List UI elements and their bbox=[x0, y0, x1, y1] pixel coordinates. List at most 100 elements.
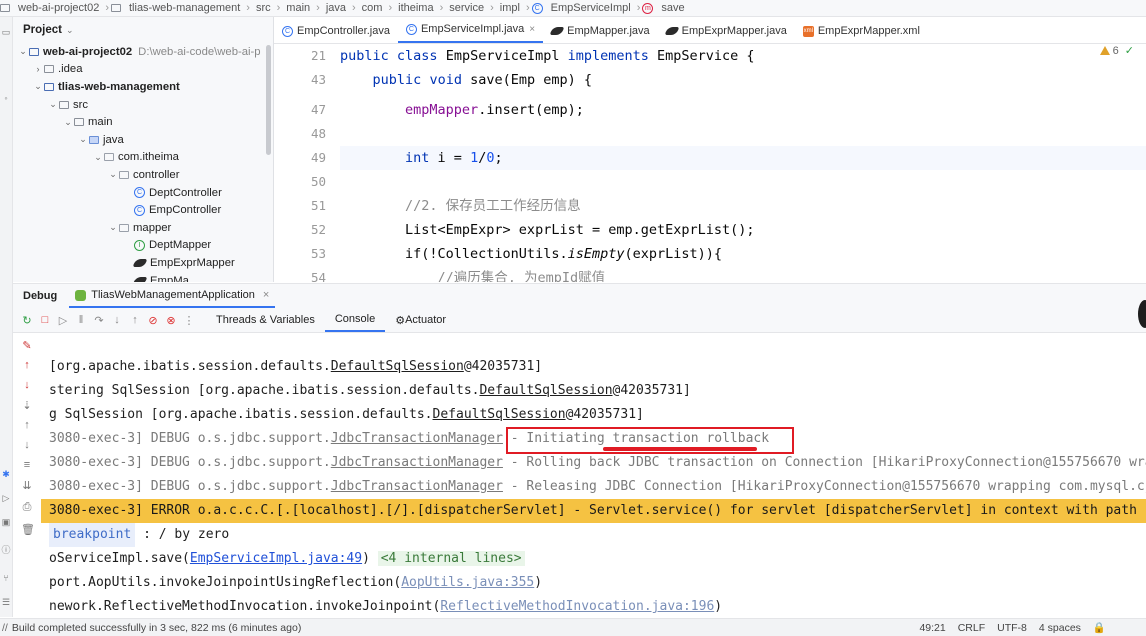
breadcrumb-item[interactable]: save bbox=[657, 2, 688, 14]
console-line[interactable]: 3080-exec-3] DEBUG o.s.jdbc.support.Jdbc… bbox=[41, 451, 1146, 475]
step-over-icon[interactable]: ↷ bbox=[91, 314, 107, 327]
debug-tool-icon[interactable]: ✱ bbox=[1, 469, 11, 479]
tree-node[interactable]: ⌄ com.itheima bbox=[13, 149, 273, 167]
tree-node[interactable]: › .idea bbox=[13, 61, 273, 79]
code-line[interactable]: public void save(Emp emp) { bbox=[340, 68, 1146, 92]
chevron-down-icon[interactable]: ⌄ bbox=[66, 25, 74, 36]
arrow-up-icon[interactable]: ↑ bbox=[21, 359, 33, 371]
arrow-down-icon[interactable]: ↓ bbox=[21, 379, 33, 391]
chevron-down-icon[interactable]: ⌄ bbox=[77, 134, 89, 145]
commit-tool-icon[interactable]: ◦ bbox=[1, 93, 11, 103]
debug-tab[interactable]: Console bbox=[324, 308, 386, 332]
tree-node[interactable]: ⌄ mapper bbox=[13, 219, 273, 237]
scroll-down-icon[interactable]: ↓ bbox=[21, 439, 33, 451]
console-line[interactable]: oServiceImpl.save(EmpServiceImpl.java:49… bbox=[41, 547, 1146, 571]
debug-tab[interactable]: ⚙ Actuator bbox=[385, 308, 456, 332]
tree-node[interactable]: C EmpController bbox=[13, 201, 273, 219]
tree-node[interactable]: EmpExprMapper bbox=[13, 254, 273, 272]
code-line[interactable]: int i = 1/0; bbox=[340, 146, 1146, 170]
editor-tab[interactable]: EmpExprMapper.java bbox=[658, 19, 795, 43]
scroll-up-icon[interactable]: ↑ bbox=[21, 419, 33, 431]
stop-icon[interactable]: □ bbox=[37, 314, 53, 326]
terminal-tool-icon[interactable]: ▣ bbox=[1, 517, 11, 527]
todo-tool-icon[interactable]: ☰ bbox=[1, 597, 11, 607]
soft-wrap-icon[interactable]: ⇣ bbox=[21, 399, 33, 412]
filter-icon[interactable]: ≡ bbox=[21, 459, 33, 471]
chevron-down-icon[interactable]: ⌄ bbox=[62, 117, 74, 128]
breadcrumb-item[interactable]: tlias-web-management bbox=[125, 2, 244, 14]
tree-node[interactable]: ⌄ src bbox=[13, 96, 273, 114]
inspection-widget[interactable]: 6 ✓ bbox=[1099, 44, 1134, 57]
close-icon[interactable]: × bbox=[529, 24, 535, 35]
mute-breakpoints-icon[interactable]: ⊗ bbox=[163, 314, 179, 327]
console-output[interactable]: [org.apache.ibatis.session.defaults.Defa… bbox=[41, 333, 1146, 618]
tree-node[interactable]: ⌄ main bbox=[13, 113, 273, 131]
tree-node[interactable]: EmpMa... bbox=[13, 272, 273, 282]
project-panel-header[interactable]: Project ⌄ bbox=[13, 17, 273, 43]
tree-node[interactable]: I DeptMapper bbox=[13, 237, 273, 255]
chevron-down-icon[interactable]: ⌄ bbox=[107, 222, 119, 233]
tree-node[interactable]: C DeptController bbox=[13, 184, 273, 202]
chevron-down-icon[interactable]: ⌄ bbox=[32, 81, 44, 92]
code-line[interactable]: empMapper.insert(emp); bbox=[340, 98, 1146, 122]
code-line[interactable]: //2. 保存员工工作经历信息 bbox=[340, 194, 1146, 218]
scroll-knob[interactable] bbox=[1138, 300, 1146, 328]
editor-tab[interactable]: C EmpServiceImpl.java × bbox=[397, 17, 544, 43]
code-area[interactable]: public class EmpServiceImpl implements E… bbox=[340, 44, 1146, 282]
console-line[interactable]: stering SqlSession [org.apache.ibatis.se… bbox=[41, 379, 1146, 403]
scroll-end-icon[interactable]: ⇊ bbox=[21, 479, 33, 492]
console-line[interactable]: g SqlSession [org.apache.ibatis.session.… bbox=[41, 403, 1146, 427]
breadcrumb-item[interactable]: src bbox=[252, 2, 275, 14]
print-icon[interactable]: ⎙ bbox=[21, 501, 33, 514]
view-breakpoints-icon[interactable]: ⊘ bbox=[145, 314, 161, 327]
step-out-icon[interactable]: ↑ bbox=[127, 314, 143, 326]
console-line[interactable]: breakpoint : / by zero bbox=[41, 523, 1146, 547]
tree-node[interactable]: ⌄ web-ai-project02 D:\web-ai-code\web-ai-p bbox=[13, 43, 273, 61]
breadcrumb-item[interactable]: main bbox=[282, 2, 314, 14]
debug-tab[interactable]: Threads & Variables bbox=[206, 308, 325, 332]
clear-icon[interactable]: ✎ bbox=[21, 339, 33, 352]
step-into-icon[interactable]: ↓ bbox=[109, 314, 125, 326]
lock-icon[interactable]: 🔒 bbox=[1087, 621, 1146, 634]
breadcrumb-item[interactable]: service bbox=[445, 2, 488, 14]
file-encoding[interactable]: UTF-8 bbox=[991, 622, 1033, 634]
console-line[interactable]: port.AopUtils.invokeJoinpointUsingReflec… bbox=[41, 571, 1146, 595]
project-scrollbar[interactable] bbox=[266, 45, 271, 155]
console-line[interactable]: 3080-exec-3] DEBUG o.s.jdbc.support.Jdbc… bbox=[41, 475, 1146, 499]
breadcrumb-item[interactable]: java bbox=[322, 2, 350, 14]
resume-icon[interactable]: ▷ bbox=[55, 314, 71, 327]
editor-tab[interactable]: C EmpController.java bbox=[274, 19, 398, 43]
editor-tab[interactable]: EmpMapper.java bbox=[543, 19, 658, 43]
problems-tool-icon[interactable]: ⓘ bbox=[1, 545, 11, 555]
code-line[interactable] bbox=[340, 170, 1146, 194]
cursor-position[interactable]: 49:21 bbox=[913, 622, 951, 634]
editor-gutter[interactable]: 21 43 47 48 49 50 51 52 53 54 bbox=[274, 44, 357, 282]
chevron-down-icon[interactable]: ⌄ bbox=[47, 99, 59, 110]
code-line[interactable]: //遍历集合, 为empId赋值 bbox=[340, 266, 1146, 282]
status-message[interactable]: Build completed successfully in 3 sec, 8… bbox=[8, 622, 914, 634]
breadcrumb-item[interactable]: itheima bbox=[394, 2, 437, 14]
console-line[interactable]: [org.apache.ibatis.session.defaults.Defa… bbox=[41, 355, 1146, 379]
line-separator[interactable]: CRLF bbox=[952, 622, 991, 634]
close-icon[interactable]: × bbox=[263, 289, 269, 301]
debug-session-tab[interactable]: TliasWebManagementApplication × bbox=[69, 284, 276, 308]
breadcrumb-item[interactable]: com bbox=[358, 2, 387, 14]
code-line[interactable]: List<EmpExpr> exprList = emp.getExprList… bbox=[340, 218, 1146, 242]
chevron-down-icon[interactable]: ⌄ bbox=[107, 169, 119, 180]
editor-tab[interactable]: xml EmpExprMapper.xml bbox=[795, 19, 928, 43]
tree-node[interactable]: ⌄ java bbox=[13, 131, 273, 149]
tree-node[interactable]: ⌄ tlias-web-management bbox=[13, 78, 273, 96]
run-tool-icon[interactable]: ▷ bbox=[1, 493, 11, 503]
breadcrumb-item[interactable]: impl bbox=[496, 2, 524, 14]
breadcrumb-item[interactable]: web-ai-project02 bbox=[14, 2, 103, 14]
code-line[interactable]: if(!CollectionUtils.isEmpty(exprList)){ bbox=[340, 242, 1146, 266]
project-tool-icon[interactable]: ▭ bbox=[1, 27, 11, 37]
console-line[interactable]: nework.ReflectiveMethodInvocation.invoke… bbox=[41, 595, 1146, 618]
code-line[interactable] bbox=[340, 122, 1146, 146]
pause-icon[interactable]: ‖ bbox=[73, 314, 89, 326]
rerun-icon[interactable]: ↻ bbox=[19, 314, 35, 327]
breadcrumb-item[interactable]: EmpServiceImpl bbox=[547, 2, 635, 14]
more-icon[interactable]: ⋮ bbox=[181, 314, 197, 327]
chevron-down-icon[interactable]: ⌄ bbox=[17, 46, 29, 57]
git-tool-icon[interactable]: ⑂ bbox=[1, 573, 11, 583]
